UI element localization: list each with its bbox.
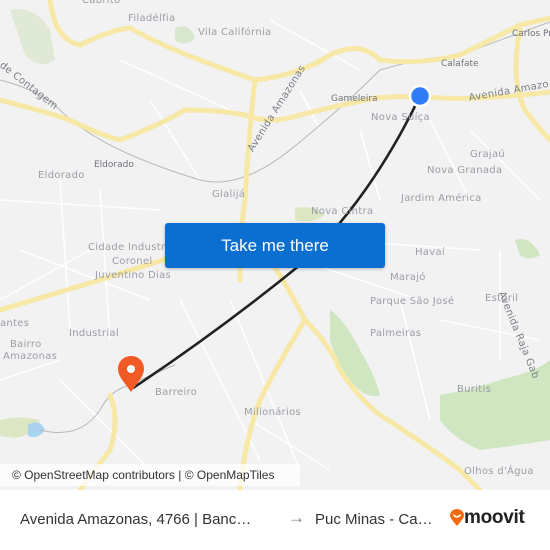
park-area	[330, 310, 380, 396]
lake	[28, 422, 45, 438]
park-area	[515, 239, 540, 259]
place-label: Vila Califórnia	[198, 27, 272, 38]
railway	[39, 364, 176, 433]
place-label: Eldorado	[38, 170, 85, 181]
place-label: Jardim América	[401, 193, 482, 204]
place-label: Cabrito	[82, 0, 121, 6]
place-label: Olhos d'Água	[464, 466, 534, 477]
brand-name: moovit	[464, 507, 525, 528]
place-label: Nova Suíça	[371, 112, 430, 123]
place-label: Carlos Pra	[512, 29, 550, 39]
place-label: Havaí	[415, 247, 445, 258]
place-label: Marajó	[390, 272, 426, 283]
moovit-pin-icon	[450, 509, 464, 526]
origin-stop-name: Avenida Amazonas, 4766 | Banc…	[20, 511, 252, 528]
place-label: Amazonas	[3, 351, 58, 362]
place-label: Buritis	[457, 384, 492, 395]
origin-pin-icon[interactable]	[408, 84, 432, 108]
place-label: Nova Cintra	[311, 206, 374, 217]
map[interactable]: Cabrito Filadélfia Vila Califórnia Carlos P…	[0, 0, 550, 490]
place-label: Gameleira	[331, 94, 378, 104]
moovit-logo[interactable]: moovit	[450, 507, 525, 529]
place-label: Juventino Dias	[95, 270, 172, 281]
place-label: Filadélfia	[128, 13, 176, 24]
place-label: Glalijá	[212, 189, 246, 200]
arrow-right-icon: →	[288, 508, 305, 527]
place-label: Parque São José	[370, 296, 455, 307]
place-label: Grajaú	[470, 149, 506, 160]
place-label: Nova Granada	[427, 165, 503, 176]
place-label: Barreiro	[155, 387, 198, 398]
place-label: Coronel	[112, 256, 153, 267]
place-label: Bairro	[10, 339, 42, 350]
place-label: Eldorado	[94, 160, 134, 170]
destination-pin-icon[interactable]	[118, 356, 144, 392]
park-area	[175, 26, 195, 44]
footer-bar: Avenida Amazonas, 4766 | Banc… → Puc Min…	[0, 490, 550, 550]
place-label: antes	[0, 318, 30, 329]
destination-name: Puc Minas - Ca…	[315, 511, 433, 528]
place-label: Calafate	[441, 59, 479, 69]
park-area	[10, 9, 55, 64]
map-attribution: © OpenStreetMap contributors | © OpenMap…	[0, 464, 300, 486]
place-label: Palmeiras	[370, 328, 422, 339]
place-label: Industrial	[69, 328, 119, 339]
place-label: Milionários	[244, 407, 302, 418]
take-me-there-button[interactable]: Take me there	[165, 223, 385, 268]
